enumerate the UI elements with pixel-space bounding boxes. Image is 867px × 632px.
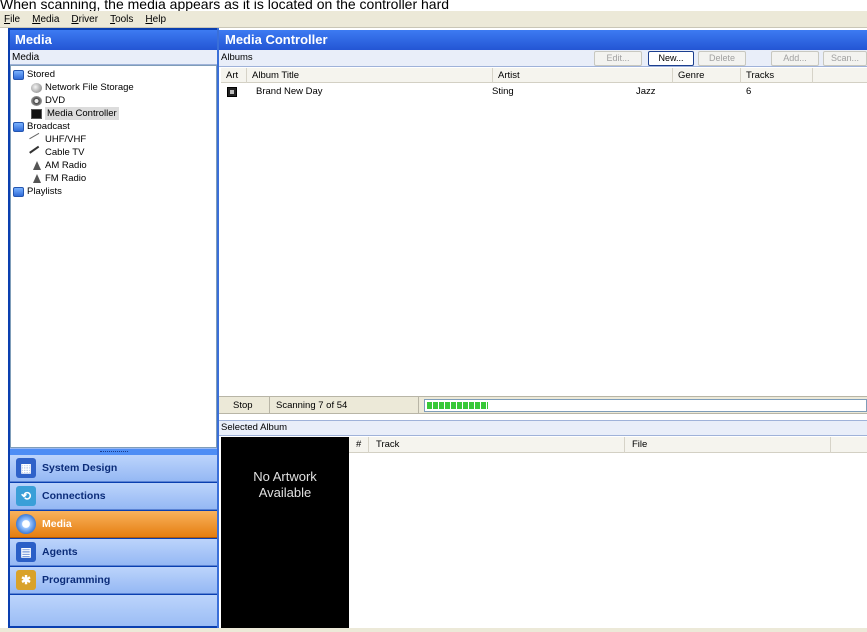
folder-icon xyxy=(13,121,24,132)
album-artwork: No Artwork Available xyxy=(221,437,349,632)
media-tree: Stored Network File Storage DVD Media Co… xyxy=(10,65,217,448)
left-panel: Media Media Stored Network File Storage … xyxy=(8,28,217,632)
column-album-title[interactable]: Album Title xyxy=(247,68,493,83)
artwork-placeholder-line2: Available xyxy=(258,485,312,500)
programming-icon: ✱ xyxy=(16,570,36,590)
tree-node-label: AM Radio xyxy=(45,160,87,171)
tree-node-label: Cable TV xyxy=(45,147,85,158)
tree-node-dvd[interactable]: DVD xyxy=(31,94,65,107)
album-genre: Jazz xyxy=(636,86,656,97)
antenna-icon xyxy=(29,132,44,147)
scan-progress-fill xyxy=(427,402,488,409)
scan-status-bar: Stop Scanning 7 of 54 xyxy=(219,396,867,414)
tree-node-label: FM Radio xyxy=(45,173,87,184)
media-controller-icon xyxy=(31,108,42,119)
nav-media[interactable]: Media xyxy=(10,511,217,538)
menu-bar: File Media Driver Tools Help xyxy=(0,11,867,28)
tracks-grid-header: # Track File xyxy=(349,437,867,453)
album-title: Brand New Day xyxy=(256,86,323,97)
tree-node-media-controller[interactable]: Media Controller xyxy=(31,107,119,120)
tree-node-uhf-vhf[interactable]: UHF/VHF xyxy=(29,132,87,147)
albums-grid-header: Art Album Title Artist Genre Tracks xyxy=(221,68,867,83)
artwork-placeholder-line1: No Artwork xyxy=(253,469,317,484)
tree-node-network-file-storage[interactable]: Network File Storage xyxy=(31,81,134,94)
menu-help[interactable]: Help xyxy=(145,14,166,25)
albums-grid: Art Album Title Artist Genre Tracks Bran… xyxy=(221,68,867,394)
nav-connections[interactable]: ⟲ Connections xyxy=(10,483,217,510)
album-row[interactable]: Brand New Day Sting Jazz 6 xyxy=(221,85,867,99)
album-tracks: 6 xyxy=(746,86,752,97)
menu-file[interactable]: File xyxy=(4,14,20,25)
folder-icon xyxy=(13,69,24,80)
nav-label: Agents xyxy=(42,546,78,558)
menu-media[interactable]: Media xyxy=(32,14,59,25)
albums-toolbar: Albums Edit... New... Delete Add... Scan… xyxy=(219,50,867,67)
nav-empty-area xyxy=(10,595,217,626)
tree-node-broadcast[interactable]: Broadcast xyxy=(13,120,70,133)
nav-label: Media xyxy=(42,518,72,530)
tree-node-stored[interactable]: Stored xyxy=(13,68,55,81)
selected-album-label: Selected Album xyxy=(219,420,867,436)
column-track-number[interactable]: # xyxy=(349,437,369,453)
menu-tools[interactable]: Tools xyxy=(110,14,133,25)
edit-button[interactable]: Edit... xyxy=(594,51,642,66)
scan-progress-text: Scanning 7 of 54 xyxy=(269,397,419,414)
tree-node-label: DVD xyxy=(45,95,66,106)
window-status-strip xyxy=(0,628,867,632)
tree-node-label: Broadcast xyxy=(27,121,70,132)
column-tracks[interactable]: Tracks xyxy=(741,68,813,83)
stop-button[interactable]: Stop xyxy=(233,400,253,411)
album-artist: Sting xyxy=(492,86,514,97)
menu-driver[interactable]: Driver xyxy=(71,14,98,25)
tree-node-fm-radio[interactable]: FM Radio xyxy=(31,172,86,185)
left-panel-title: Media xyxy=(10,30,217,50)
system-design-icon: ▦ xyxy=(16,458,36,478)
tree-node-cable-tv[interactable]: Cable TV xyxy=(29,145,85,160)
nav-agents[interactable]: ▤ Agents xyxy=(10,539,217,566)
nav-label: Programming xyxy=(42,574,111,586)
dvd-icon xyxy=(31,95,42,106)
network-storage-icon xyxy=(31,82,42,93)
app-frame: Media Media Stored Network File Storage … xyxy=(8,28,867,632)
nav-label: Connections xyxy=(42,490,106,502)
connections-icon: ⟲ xyxy=(16,486,36,506)
document-caption: When scanning, the media appears as it i… xyxy=(0,0,450,11)
scan-button[interactable]: Scan... xyxy=(823,51,867,66)
column-genre[interactable]: Genre xyxy=(673,68,741,83)
tree-node-label: Playlists xyxy=(27,186,62,197)
column-file[interactable]: File xyxy=(625,437,831,453)
agents-icon: ▤ xyxy=(16,542,36,562)
nav-system-design[interactable]: ▦ System Design xyxy=(10,455,217,482)
radio-tower-icon xyxy=(33,161,41,170)
tree-node-label: UHF/VHF xyxy=(45,134,87,145)
add-button[interactable]: Add... xyxy=(771,51,819,66)
delete-button[interactable]: Delete xyxy=(698,51,746,66)
tracks-grid: # Track File xyxy=(349,437,867,632)
radio-tower-icon xyxy=(33,174,41,183)
column-art[interactable]: Art xyxy=(221,68,247,83)
album-art-icon xyxy=(227,87,237,97)
new-button[interactable]: New... xyxy=(648,51,694,66)
tree-node-label: Media Controller xyxy=(45,107,119,120)
folder-icon xyxy=(13,186,24,197)
albums-label: Albums xyxy=(221,52,253,63)
nav-label: System Design xyxy=(42,462,118,474)
scan-progress-bar xyxy=(424,399,867,412)
left-panel-subtitle: Media xyxy=(10,50,217,65)
media-disc-icon xyxy=(16,514,36,534)
splitter-grip xyxy=(100,451,128,453)
column-artist[interactable]: Artist xyxy=(493,68,673,83)
right-panel: Media Controller Albums Edit... New... D… xyxy=(219,28,867,632)
panel-splitter[interactable] xyxy=(10,448,217,455)
tree-node-am-radio[interactable]: AM Radio xyxy=(31,159,87,172)
nav-programming[interactable]: ✱ Programming xyxy=(10,567,217,594)
tree-node-label: Network File Storage xyxy=(45,82,134,93)
column-track[interactable]: Track xyxy=(369,437,625,453)
tree-node-playlists[interactable]: Playlists xyxy=(13,185,62,198)
tree-node-label: Stored xyxy=(27,69,55,80)
cable-icon xyxy=(29,145,44,160)
right-panel-title: Media Controller xyxy=(219,30,867,50)
